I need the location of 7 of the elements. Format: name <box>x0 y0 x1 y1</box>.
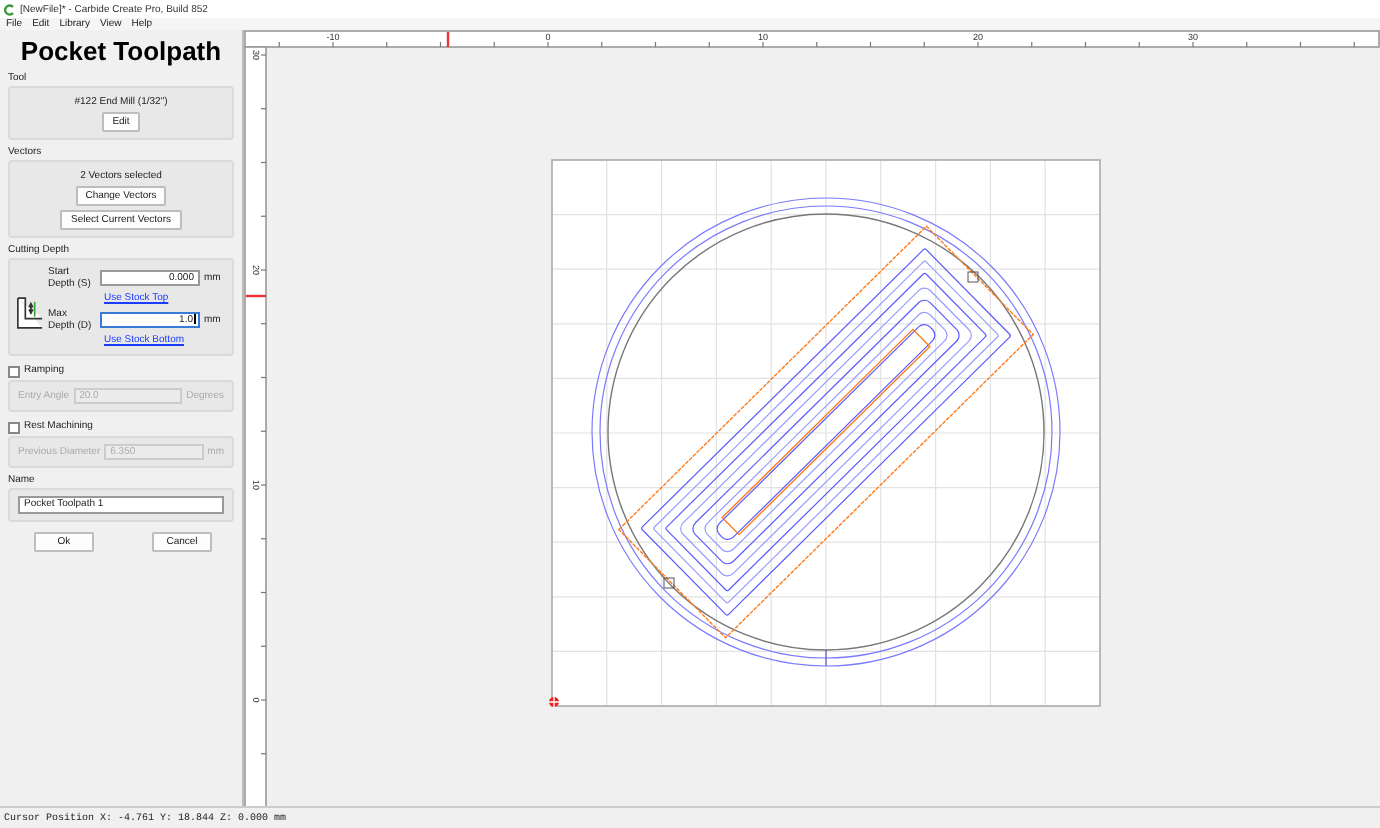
panel-title: Pocket Toolpath <box>20 34 222 70</box>
app-logo-icon <box>4 3 16 15</box>
cursor-marker <box>246 294 266 298</box>
checkbox[interactable] <box>8 421 20 433</box>
depth-diagram-icon <box>16 295 44 329</box>
checkbox[interactable] <box>8 365 20 377</box>
cursor-marker <box>446 32 450 47</box>
